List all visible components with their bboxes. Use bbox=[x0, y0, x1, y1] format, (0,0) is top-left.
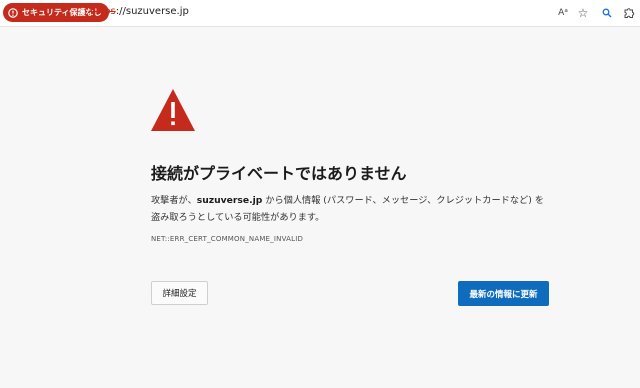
warning-triangle-icon bbox=[151, 89, 195, 131]
shield-alert-icon bbox=[8, 7, 18, 18]
refresh-button[interactable]: 最新の情報に更新 bbox=[458, 281, 549, 306]
error-description: 攻撃者が、suzuverse.jp から個人情報 (パスワード、メッセージ、クレ… bbox=[151, 195, 544, 223]
extensions-icon[interactable] bbox=[621, 5, 637, 21]
url-host: ://suzuverse.jp bbox=[115, 6, 189, 17]
search-icon[interactable] bbox=[599, 5, 615, 21]
advanced-button[interactable]: 詳細設定 bbox=[151, 281, 208, 305]
favorite-star-icon[interactable]: ☆ bbox=[575, 5, 591, 21]
puzzle-icon bbox=[624, 8, 635, 18]
url-scheme: https bbox=[90, 6, 116, 17]
domain-name: suzuverse.jp bbox=[196, 195, 263, 206]
read-aloud-icon[interactable]: Aᵃ bbox=[555, 5, 571, 21]
page-title: 接続がプライベートではありません bbox=[151, 164, 407, 183]
magnifier-icon bbox=[602, 8, 612, 18]
address-bar: セキュリティ保護なし https://suzuverse.jp Aᵃ ☆ bbox=[0, 0, 640, 27]
error-code: NET::ERR_CERT_COMMON_NAME_INVALID bbox=[151, 235, 304, 243]
url-field[interactable]: https://suzuverse.jp bbox=[90, 6, 189, 17]
